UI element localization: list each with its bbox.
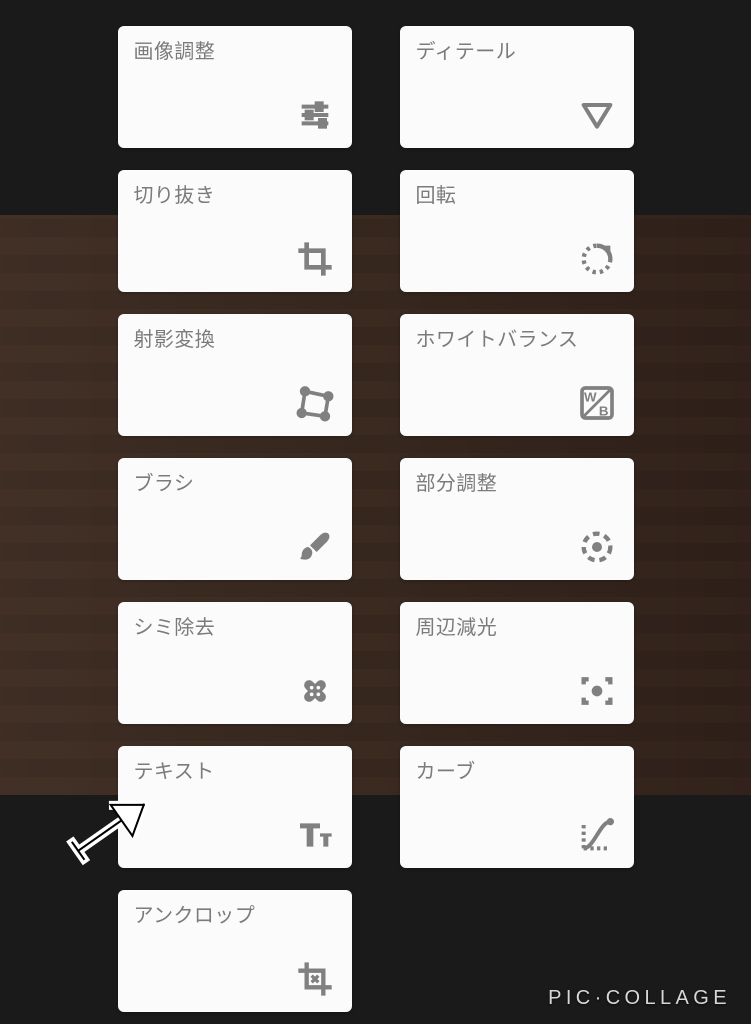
tool-label: 周辺減光 bbox=[416, 616, 618, 640]
text-icon bbox=[292, 812, 338, 858]
tool-label: 切り抜き bbox=[134, 184, 336, 208]
tool-transform[interactable]: 射影変換 bbox=[118, 314, 352, 436]
tool-crop[interactable]: 切り抜き bbox=[118, 170, 352, 292]
triangle-down-icon bbox=[574, 92, 620, 138]
tool-label: 画像調整 bbox=[134, 40, 336, 64]
tune-icon bbox=[292, 92, 338, 138]
tool-rotate[interactable]: 回転 bbox=[400, 170, 634, 292]
tool-label: ディテール bbox=[416, 40, 618, 64]
tool-selective[interactable]: 部分調整 bbox=[400, 458, 634, 580]
tool-label: テキスト bbox=[134, 760, 336, 784]
uncrop-icon bbox=[292, 956, 338, 1002]
tool-label: ホワイトバランス bbox=[416, 328, 618, 352]
tool-label: カーブ bbox=[416, 760, 618, 784]
vignette-icon bbox=[574, 668, 620, 714]
tool-label: 回転 bbox=[416, 184, 618, 208]
tool-uncrop[interactable]: アンクロップ bbox=[118, 890, 352, 1012]
tool-label: シミ除去 bbox=[134, 616, 336, 640]
crop-icon bbox=[292, 236, 338, 282]
tool-label: ブラシ bbox=[134, 472, 336, 496]
svg-text:W: W bbox=[584, 389, 597, 404]
tool-curves[interactable]: カーブ bbox=[400, 746, 634, 868]
tool-brush[interactable]: ブラシ bbox=[118, 458, 352, 580]
tool-text[interactable]: テキスト bbox=[118, 746, 352, 868]
watermark: PIC·COLLAGE bbox=[548, 987, 731, 1010]
perspective-icon bbox=[292, 380, 338, 426]
curves-icon bbox=[574, 812, 620, 858]
tool-healing[interactable]: シミ除去 bbox=[118, 602, 352, 724]
tool-vignette[interactable]: 周辺減光 bbox=[400, 602, 634, 724]
rotate-icon bbox=[574, 236, 620, 282]
tool-white-balance[interactable]: ホワイトバランス W B bbox=[400, 314, 634, 436]
tool-label: 射影変換 bbox=[134, 328, 336, 352]
tool-tune[interactable]: 画像調整 bbox=[118, 26, 352, 148]
selective-icon bbox=[574, 524, 620, 570]
brush-icon bbox=[292, 524, 338, 570]
wb-icon: W B bbox=[574, 380, 620, 426]
svg-text:B: B bbox=[598, 404, 608, 419]
tool-details[interactable]: ディテール bbox=[400, 26, 634, 148]
healing-icon bbox=[292, 668, 338, 714]
tool-label: 部分調整 bbox=[416, 472, 618, 496]
tool-grid: 画像調整 ディテール 切り抜き 回転 bbox=[0, 26, 751, 1012]
tool-label: アンクロップ bbox=[134, 904, 336, 928]
